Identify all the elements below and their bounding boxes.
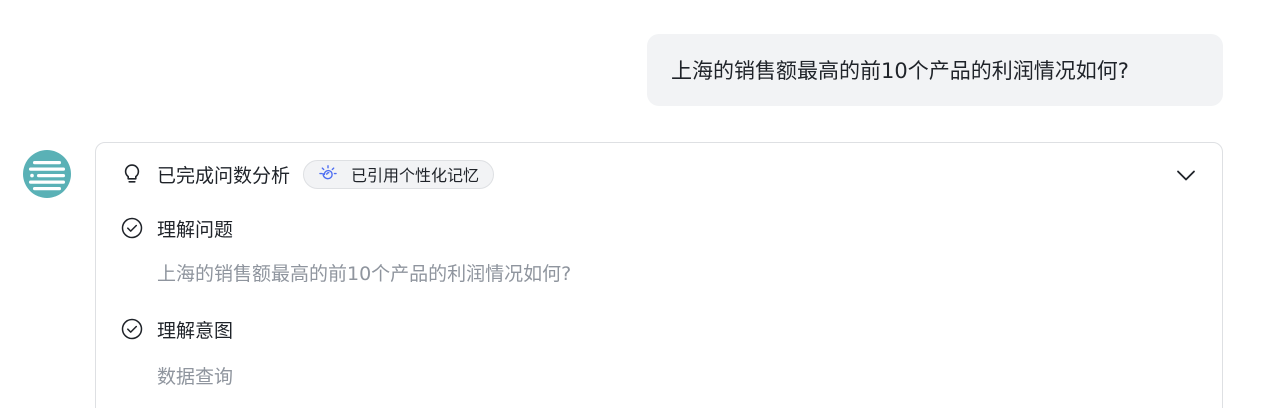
step-title: 理解意图 bbox=[157, 319, 234, 342]
user-message-bubble: 上海的销售额最高的前10个产品的利润情况如何? bbox=[647, 34, 1223, 106]
step-understand-intent: 理解意图 bbox=[120, 313, 233, 345]
check-circle-icon bbox=[120, 317, 144, 341]
user-message-text: 上海的销售额最高的前10个产品的利润情况如何? bbox=[671, 59, 1129, 83]
analysis-card: 已完成问数分析 已引用个性化记忆 理解问题 上海的销售额最高的前10个产品的利润… bbox=[95, 142, 1223, 408]
memory-badge[interactable]: 已引用个性化记忆 bbox=[303, 159, 495, 189]
chevron-down-icon[interactable] bbox=[1172, 161, 1200, 189]
step-detail: 上海的销售额最高的前10个产品的利润情况如何? bbox=[157, 263, 572, 285]
step-detail: 数据查询 bbox=[157, 366, 234, 388]
lightbulb-icon bbox=[120, 162, 144, 186]
step-understand-question: 理解问题 bbox=[120, 212, 233, 244]
brain-icon bbox=[317, 163, 339, 185]
step-title: 理解问题 bbox=[157, 218, 234, 241]
assistant-avatar-icon bbox=[23, 150, 71, 198]
analysis-status-title: 已完成问数分析 bbox=[157, 164, 291, 187]
memory-badge-label: 已引用个性化记忆 bbox=[351, 166, 480, 185]
chat-page: 上海的销售额最高的前10个产品的利润情况如何? 已完成问数分析 已引用个性化记忆… bbox=[0, 0, 1266, 408]
analysis-header[interactable]: 已完成问数分析 已引用个性化记忆 bbox=[120, 157, 495, 191]
check-circle-icon bbox=[120, 216, 144, 240]
